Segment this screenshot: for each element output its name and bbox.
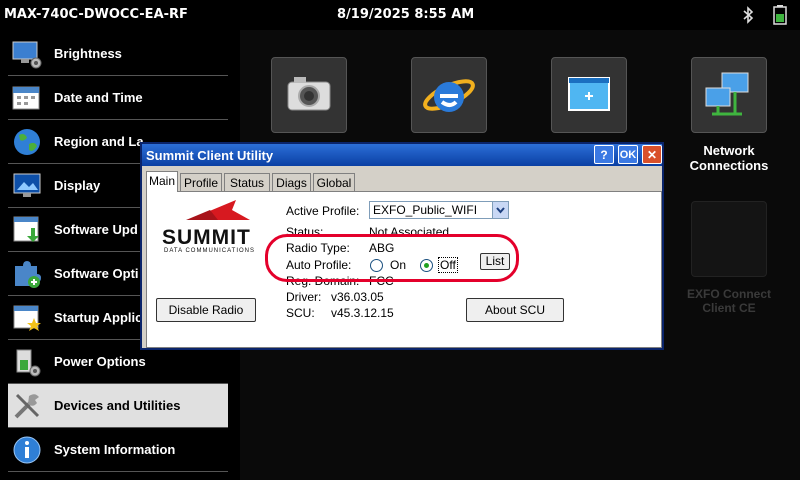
tab-status[interactable]: Status: [224, 173, 270, 191]
summit-logo-mark: [186, 200, 250, 220]
camera-tile[interactable]: [271, 57, 347, 133]
auto-profile-on-radio[interactable]: [370, 259, 383, 272]
bluetooth-icon[interactable]: [740, 6, 756, 24]
sidebar-item-label: Startup Applic: [54, 310, 143, 325]
monitor-gear-icon: [12, 41, 42, 69]
reg-domain-label: Reg. Domain:: [286, 274, 360, 288]
globe-icon: [14, 129, 40, 155]
software-update-icon: [13, 216, 39, 242]
radio-type-value: ABG: [369, 241, 395, 255]
summit-logo: SUMMIT DATA COMMUNICATIONS: [158, 196, 276, 256]
device-name: MAX-740C-DWOCC-EA-RF: [4, 7, 188, 22]
sidebar-item-label: Software Opti: [54, 266, 139, 281]
auto-profile-off-radio[interactable]: [420, 259, 433, 272]
sidebar-item-label: Devices and Utilities: [54, 398, 181, 413]
about-scu-button[interactable]: About SCU: [466, 298, 564, 322]
sidebar-item-label: System Information: [54, 442, 176, 457]
logo-text: SUMMIT: [162, 226, 251, 249]
camera-icon: [287, 77, 331, 111]
sidebar-item-label: Date and Time: [54, 90, 143, 105]
network-connections-tile[interactable]: [691, 57, 767, 133]
reg-domain-value: FCC: [369, 274, 394, 288]
dialog-title-bar[interactable]: Summit Client Utility ? OK ✕: [142, 144, 662, 166]
summit-client-utility-dialog: Summit Client Utility ? OK ✕ Main Profil…: [140, 142, 664, 350]
dropdown-button[interactable]: [492, 202, 508, 218]
network-icon: [705, 72, 749, 116]
sidebar-item-label: Brightness: [54, 46, 122, 61]
exfo-connect-tile[interactable]: [691, 201, 767, 277]
auto-profile-off-label[interactable]: Off: [438, 257, 458, 273]
close-button[interactable]: ✕: [642, 145, 662, 164]
status-value: Not Associated: [369, 225, 450, 239]
logo-subtext: DATA COMMUNICATIONS: [164, 248, 255, 254]
sidebar-item-system-information[interactable]: System Information: [8, 428, 228, 472]
sidebar-item-devices-and-utilities[interactable]: Devices and Utilities: [8, 384, 228, 428]
tools-icon: [14, 393, 40, 419]
tab-global[interactable]: Global: [313, 173, 355, 191]
driver-value: v36.03.05: [331, 290, 384, 304]
disable-radio-button[interactable]: Disable Radio: [156, 298, 256, 322]
status-label: Status:: [286, 225, 324, 239]
internet-explorer-icon: [423, 79, 475, 112]
tab-profile[interactable]: Profile: [180, 173, 222, 191]
calendar-icon: [12, 86, 40, 110]
scu-label: SCU:: [286, 306, 315, 320]
window-icon: [568, 77, 610, 111]
sidebar-item-brightness[interactable]: Brightness: [8, 32, 228, 76]
sidebar-item-label: Display: [54, 178, 101, 193]
chevron-down-icon: [496, 207, 505, 214]
sidebar-item-label: Power Options: [54, 354, 146, 369]
sidebar-item-date-and-time[interactable]: Date and Time: [8, 76, 228, 120]
network-connections-label: Network Connections: [676, 143, 782, 173]
help-button[interactable]: ?: [594, 145, 614, 164]
tab-main[interactable]: Main: [146, 171, 178, 192]
sidebar-item-label: Region and La: [54, 134, 144, 149]
active-profile-value: EXFO_Public_WIFI: [373, 203, 478, 217]
battery-icon[interactable]: [773, 5, 787, 25]
active-profile-label: Active Profile:: [286, 204, 360, 218]
puzzle-icon: [15, 261, 41, 288]
scu-value: v45.3.12.15: [331, 306, 394, 320]
list-button[interactable]: List: [480, 253, 510, 270]
info-icon: [13, 436, 41, 464]
radio-selected-dot: [424, 263, 429, 268]
radio-type-label: Radio Type:: [286, 241, 350, 255]
clock[interactable]: 8/19/2025 8:55 AM: [337, 7, 474, 22]
power-gear-icon: [16, 349, 41, 377]
display-icon: [13, 173, 41, 197]
auto-profile-label: Auto Profile:: [286, 258, 352, 272]
exfo-label-line2: Client CE: [702, 301, 756, 315]
network-label-line2: Connections: [689, 158, 769, 173]
sidebar-item-label: Software Upd: [54, 222, 138, 237]
internet-explorer-tile[interactable]: [411, 57, 487, 133]
tab-diags[interactable]: Diags: [272, 173, 311, 191]
dialog-title: Summit Client Utility: [146, 148, 274, 163]
auto-profile-on-label[interactable]: On: [390, 258, 406, 272]
startup-icon: [13, 305, 41, 331]
status-bar: MAX-740C-DWOCC-EA-RF 8/19/2025 8:55 AM: [0, 0, 800, 30]
active-profile-select[interactable]: EXFO_Public_WIFI: [369, 201, 509, 219]
network-label-line1: Network: [703, 143, 755, 158]
driver-label: Driver:: [286, 290, 322, 304]
window-manager-tile[interactable]: [551, 57, 627, 133]
exfo-label-line1: EXFO Connect: [686, 287, 771, 301]
exfo-connect-label: EXFO Connect Client CE: [676, 287, 782, 315]
ok-button[interactable]: OK: [618, 145, 638, 164]
